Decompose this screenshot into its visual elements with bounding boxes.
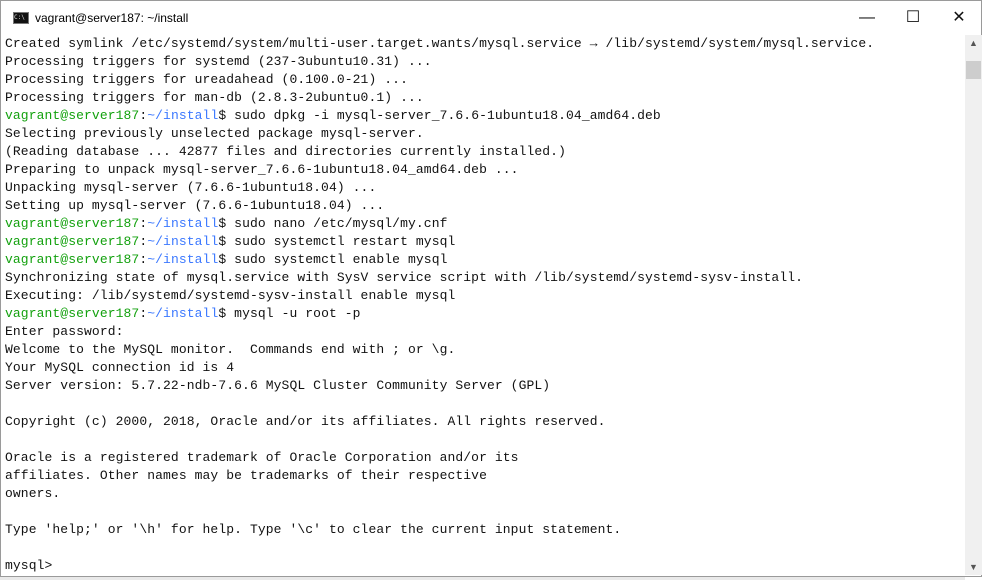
prompt-line: vagrant@server187:~/install$ sudo nano /…	[5, 215, 961, 233]
scroll-up-icon[interactable]: ▲	[965, 38, 982, 48]
output-line: Enter password:	[5, 324, 124, 339]
output-line: Unpacking mysql-server (7.6.6-1ubuntu18.…	[5, 180, 377, 195]
prompt-path: ~/install	[147, 234, 219, 249]
prompt-line: vagrant@server187:~/install$ sudo system…	[5, 233, 961, 251]
minimize-button[interactable]: —	[844, 1, 890, 35]
output-line: Synchronizing state of mysql.service wit…	[5, 270, 804, 285]
prompt-user: vagrant@server187	[5, 216, 140, 231]
output-line: affiliates. Other names may be trademark…	[5, 468, 487, 483]
maximize-button[interactable]: ☐	[890, 1, 936, 35]
scrollbar-thumb[interactable]	[966, 61, 981, 79]
output-line: Copyright (c) 2000, 2018, Oracle and/or …	[5, 414, 606, 429]
output-line: Type 'help;' or '\h' for help. Type '\c'…	[5, 522, 622, 537]
output-line: mysql>	[5, 558, 53, 573]
prompt-line: vagrant@server187:~/install$ sudo system…	[5, 251, 961, 269]
close-button[interactable]: ✕	[936, 1, 982, 35]
prompt-path: ~/install	[147, 252, 219, 267]
title-bar[interactable]: C:\ vagrant@server187: ~/install — ☐ ✕	[1, 1, 981, 35]
output-line: Processing triggers for ureadahead (0.10…	[5, 72, 408, 87]
command-text: $ sudo dpkg -i mysql-server_7.6.6-1ubunt…	[218, 108, 661, 123]
output-line: Selecting previously unselected package …	[5, 126, 424, 141]
output-line: (Reading database ... 42877 files and di…	[5, 144, 566, 159]
command-text: $ sudo systemctl enable mysql	[218, 252, 448, 267]
prompt-line: vagrant@server187:~/install$ mysql -u ro…	[5, 305, 961, 323]
prompt-line: vagrant@server187:~/install$ sudo dpkg -…	[5, 107, 961, 125]
output-line: Setting up mysql-server (7.6.6-1ubuntu18…	[5, 198, 385, 213]
output-line: Processing triggers for systemd (237-3ub…	[5, 54, 432, 69]
output-line: owners.	[5, 486, 61, 501]
terminal-output[interactable]: Created symlink /etc/systemd/system/mult…	[5, 35, 961, 575]
command-text: $ mysql -u root -p	[218, 306, 361, 321]
output-line: Oracle is a registered trademark of Orac…	[5, 450, 519, 465]
prompt-user: vagrant@server187	[5, 108, 140, 123]
prompt-user: vagrant@server187	[5, 234, 140, 249]
output-line: Created symlink /etc/systemd/system/mult…	[5, 36, 875, 51]
vertical-scrollbar[interactable]: ▲ ▼	[965, 35, 982, 575]
command-text: $ sudo systemctl restart mysql	[218, 234, 456, 249]
output-line: Server version: 5.7.22-ndb-7.6.6 MySQL C…	[5, 378, 551, 393]
prompt-path: ~/install	[147, 306, 219, 321]
prompt-user: vagrant@server187	[5, 252, 140, 267]
output-line: Executing: /lib/systemd/systemd-sysv-ins…	[5, 288, 456, 303]
command-text: $ sudo nano /etc/mysql/my.cnf	[218, 216, 448, 231]
console-icon: C:\	[13, 12, 29, 24]
output-line: Preparing to unpack mysql-server_7.6.6-1…	[5, 162, 519, 177]
scroll-down-icon[interactable]: ▼	[965, 562, 982, 572]
output-line: Welcome to the MySQL monitor. Commands e…	[5, 342, 456, 357]
prompt-path: ~/install	[147, 108, 219, 123]
terminal-window: C:\ vagrant@server187: ~/install — ☐ ✕ C…	[0, 0, 982, 577]
window-title: vagrant@server187: ~/install	[35, 11, 189, 25]
prompt-path: ~/install	[147, 216, 219, 231]
prompt-user: vagrant@server187	[5, 306, 140, 321]
output-line: Your MySQL connection id is 4	[5, 360, 235, 375]
output-line: Processing triggers for man-db (2.8.3-2u…	[5, 90, 424, 105]
